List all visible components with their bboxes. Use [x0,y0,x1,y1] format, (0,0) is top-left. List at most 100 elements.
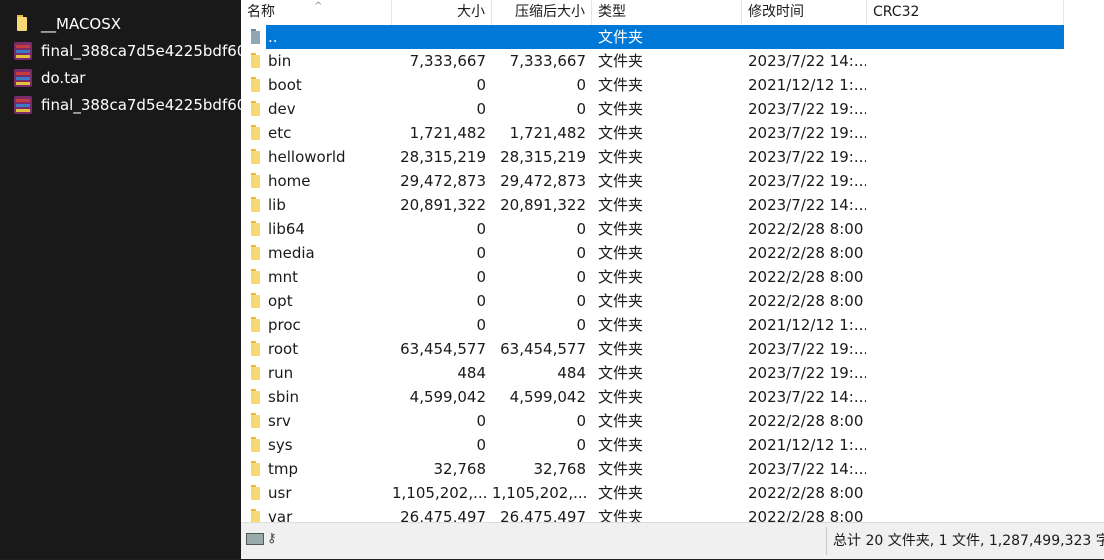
status-summary: 总计 20 文件夹, 1 文件, 1,287,499,323 字节 [833,533,1104,549]
table-row[interactable]: .. 文件夹 [241,25,1104,49]
cell-modified: 2023/7/22 19:... [748,340,866,358]
cell-name: sys [268,436,293,454]
cell-size: 1,721,482 [409,124,486,142]
explorer-item[interactable]: final_388ca7d5e4225bdf608 [14,40,241,62]
folder-icon [249,365,261,381]
cell-size: 29,472,873 [400,172,486,190]
column-header-modified[interactable]: 修改时间 [742,0,867,25]
table-row[interactable]: tmp 32,768 32,768 文件夹 2023/7/22 14:... [241,457,1104,481]
column-type-label: 类型 [598,4,626,20]
folder-icon [249,389,261,405]
table-row[interactable]: srv 0 0 文件夹 2022/2/28 8:00 [241,409,1104,433]
folder-icon [249,173,261,189]
table-row[interactable]: lib64 0 0 文件夹 2022/2/28 8:00 [241,217,1104,241]
cell-name: usr [268,484,292,502]
cell-modified: 2022/2/28 8:00 [748,412,864,430]
table-row[interactable]: lib 20,891,322 20,891,322 文件夹 2023/7/22 14:.… [241,193,1104,217]
table-row[interactable]: root 63,454,577 63,454,577 文件夹 2023/7/22 19:… [241,337,1104,361]
table-row[interactable]: bin 7,333,667 7,333,667 文件夹 2023/7/22 14:... [241,49,1104,73]
drive-icon[interactable] [246,533,264,545]
table-row[interactable]: proc 0 0 文件夹 2021/12/12 1:... [241,313,1104,337]
cell-type: 文件夹 [598,244,644,262]
table-row[interactable]: usr 1,105,202,... 1,105,202,... 文件夹 2022/2/2… [241,481,1104,505]
table-row[interactable]: sys 0 0 文件夹 2021/12/12 1:... [241,433,1104,457]
cell-type: 文件夹 [598,148,644,166]
status-divider [826,527,827,555]
cell-size: 0 [476,292,486,310]
folder-icon [249,317,261,333]
table-row[interactable]: sbin 4,599,042 4,599,042 文件夹 2023/7/22 14:..… [241,385,1104,409]
folder-icon [14,15,32,33]
cell-size: 0 [476,220,486,238]
cell-name: media [268,244,315,262]
cell-size: 32,768 [433,460,487,478]
folder-icon [249,413,261,429]
table-row[interactable]: helloworld 28,315,219 28,315,219 文件夹 2023/7/… [241,145,1104,169]
cell-type: 文件夹 [598,340,644,358]
column-header-size[interactable]: 大小 [392,0,492,25]
status-bar: ⚷ 总计 20 文件夹, 1 文件, 1,287,499,323 字节 [241,522,1104,559]
table-row[interactable]: boot 0 0 文件夹 2021/12/12 1:... [241,73,1104,97]
folder-icon [249,245,261,261]
cell-type: 文件夹 [598,460,644,478]
column-header-crc[interactable]: CRC32 [867,0,1064,25]
cell-modified: 2021/12/12 1:... [748,316,866,334]
folder-icon [249,485,261,501]
cell-packed-size: 20,891,322 [500,196,586,214]
cell-modified [748,25,866,49]
cell-size: 20,891,322 [400,196,486,214]
explorer-item[interactable]: final_388ca7d5e4225bdf608 [14,94,241,116]
cell-name: lib64 [268,220,305,238]
cell-packed-size: 32,768 [533,460,587,478]
cell-modified: 2023/7/22 19:... [748,172,866,190]
cell-modified: 2023/7/22 19:... [748,124,866,142]
cell-type: 文件夹 [598,124,644,142]
folder-icon [249,125,261,141]
cell-packed-size: 29,472,873 [500,172,586,190]
cell-size: 7,333,667 [409,52,486,70]
column-header-name[interactable]: 名称 ^ [241,0,392,25]
table-row[interactable]: var 26,475,497 26,475,497 文件夹 2022/2/28 8:00 [241,505,1104,522]
table-row[interactable]: run 484 484 文件夹 2023/7/22 19:... [241,361,1104,385]
table-row[interactable]: etc 1,721,482 1,721,482 文件夹 2023/7/22 19:... [241,121,1104,145]
cell-packed-size: 1,721,482 [509,124,586,142]
key-icon[interactable]: ⚷ [267,532,283,546]
column-header-type[interactable]: 类型 [592,0,742,25]
cell-type: 文件夹 [598,76,644,94]
cell-type: 文件夹 [598,196,644,214]
archive-window: 名称 ^ 大小 压缩后大小 类型 修改时间 CRC32 .. 文件夹 bin 7,33… [241,0,1104,559]
folder-icon [249,221,261,237]
rar-archive-icon [14,96,32,114]
cell-size: 63,454,577 [400,340,486,358]
explorer-item[interactable]: __MACOSX [14,13,121,35]
cell-packed-size: 0 [576,244,586,262]
cell-name: dev [268,100,296,118]
cell-name: lib [268,196,286,214]
cell-packed-size: 484 [557,364,586,382]
explorer-item-label: do.tar [41,69,86,87]
folder-icon [249,53,261,69]
cell-modified: 2022/2/28 8:00 [748,244,864,262]
folder-icon [249,269,261,285]
table-row[interactable]: home 29,472,873 29,472,873 文件夹 2023/7/22 19:… [241,169,1104,193]
cell-modified: 2023/7/22 19:... [748,100,866,118]
explorer-file-list: __MACOSX final_388ca7d5e4225bdf608 do.tar f… [0,0,241,559]
explorer-item[interactable]: do.tar [14,67,85,89]
column-header-packed[interactable]: 压缩后大小 [492,0,592,25]
cell-type: 文件夹 [598,316,644,334]
cell-size: 0 [476,412,486,430]
cell-name: .. [268,28,278,46]
table-row[interactable]: opt 0 0 文件夹 2022/2/28 8:00 [241,289,1104,313]
cell-type: 文件夹 [598,436,644,454]
cell-packed-size: 63,454,577 [500,340,586,358]
cell-modified: 2023/7/22 19:... [748,364,866,382]
file-list: .. 文件夹 bin 7,333,667 7,333,667 文件夹 2023/7/22 1… [241,25,1104,522]
cell-type: 文件夹 [598,100,644,118]
cell-type: 文件夹 [598,52,644,70]
table-row[interactable]: mnt 0 0 文件夹 2022/2/28 8:00 [241,265,1104,289]
table-row[interactable]: dev 0 0 文件夹 2023/7/22 19:... [241,97,1104,121]
table-row[interactable]: media 0 0 文件夹 2022/2/28 8:00 [241,241,1104,265]
folder-icon [249,101,261,117]
cell-size: 0 [476,268,486,286]
cell-name: home [268,172,311,190]
